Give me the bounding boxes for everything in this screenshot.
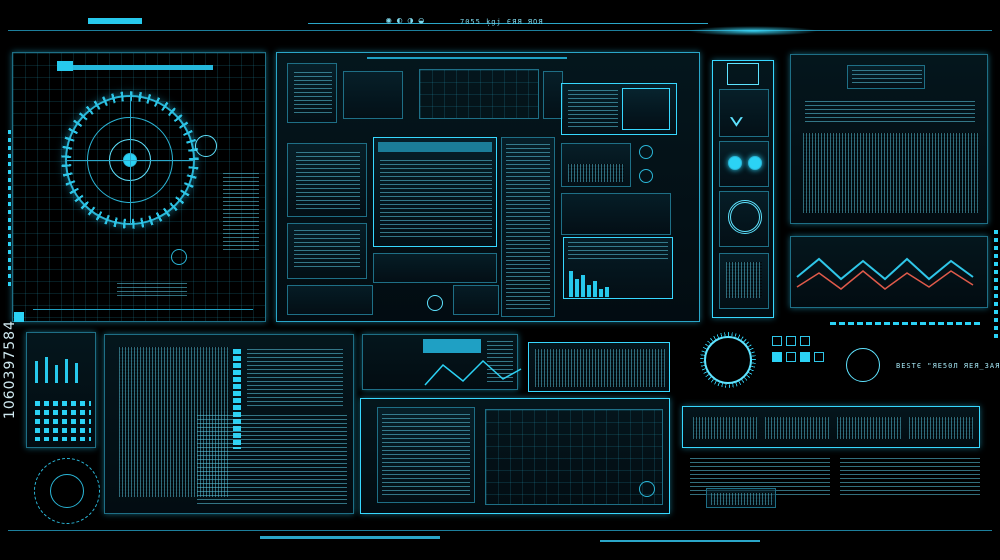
icon-column: ⌄	[712, 60, 774, 318]
status-readout: ВЕЅТЄ "ЯЕ50Л ЯЕЯ_ЗАЯ" ЇЕЯ_	[896, 362, 1000, 370]
header-icons: ◉ ◐ ◑ ◒	[386, 16, 424, 26]
right-data-panel	[790, 54, 988, 224]
center-dashboard	[276, 52, 700, 322]
data-table-panel	[104, 334, 354, 514]
fingerprint-icon	[728, 200, 762, 234]
waveform-chart	[796, 257, 974, 290]
small-target-icon	[171, 249, 187, 265]
top-frame: ◉ ◐ ◑ ◒ 7055 ķgj ЄЯЯ ЯОЯ	[8, 8, 992, 38]
equalizer-panel	[26, 332, 96, 448]
waveform-panel	[790, 236, 988, 308]
mini-bar-chart	[569, 267, 629, 297]
bottom-frame	[8, 530, 992, 531]
header-status-text: 7055 ķgj ЄЯЯ ЯОЯ	[460, 18, 544, 26]
radar-panel	[12, 52, 266, 322]
readout-panel	[682, 406, 980, 448]
stock-id-watermark: 1060397584	[2, 320, 18, 420]
graph-panel	[362, 334, 522, 390]
matrix-panel	[528, 342, 670, 392]
chevron-down-icon: ⌄	[728, 97, 745, 130]
schematic-panel	[360, 398, 670, 514]
